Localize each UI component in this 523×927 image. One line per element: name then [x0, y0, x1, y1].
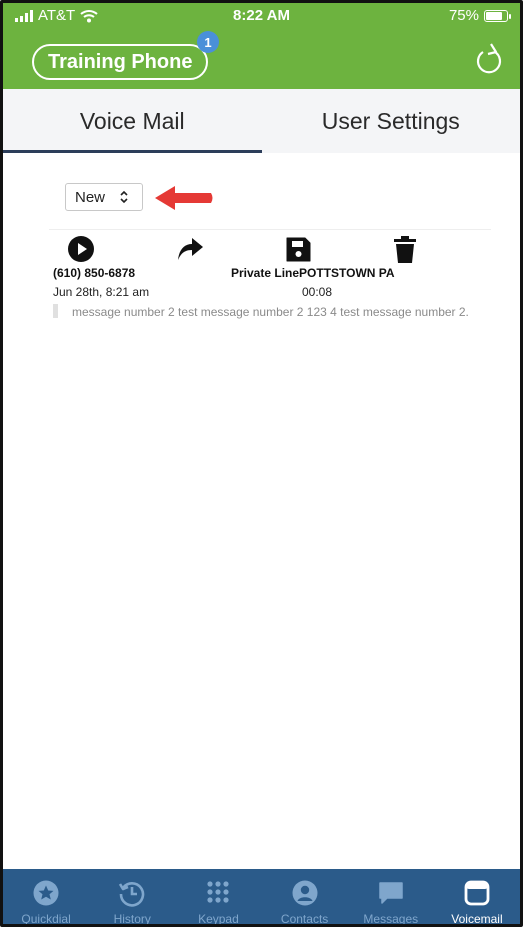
nav-label: Quickdial [21, 912, 71, 926]
message-icon [379, 882, 403, 904]
message-transcription: message number 2 test message number 2 1… [72, 305, 469, 319]
nav-contacts[interactable]: Contacts [262, 869, 348, 926]
message-date: Jun 28th, 8:21 am [53, 285, 150, 299]
clock: 8:22 AM [233, 7, 290, 24]
voicemail-icon [464, 880, 490, 906]
contact-icon [292, 880, 318, 906]
trash-icon[interactable] [391, 234, 419, 264]
nav-label: Contacts [280, 912, 329, 926]
filter-selected-value: New [75, 188, 106, 206]
forward-icon[interactable] [176, 234, 204, 264]
play-icon[interactable] [67, 234, 95, 264]
refresh-icon[interactable] [474, 41, 504, 77]
battery-icon [484, 9, 511, 22]
app-frame: AT&T 8:22 AM 75% Training Phone 1 Voice … [0, 0, 523, 927]
nav-history[interactable]: History [89, 869, 175, 926]
voicemail-actions [49, 234, 491, 266]
tab-bar: Voice Mail User Settings [3, 89, 520, 153]
status-right: 75% [448, 7, 511, 24]
nav-label: Messages [363, 912, 419, 926]
keypad-icon [207, 881, 230, 903]
nav-messages[interactable]: Messages [348, 869, 434, 926]
nav-label: Keypad [198, 912, 239, 926]
nav-voicemail[interactable]: Voicemail [434, 869, 520, 926]
bottom-nav: Quickdial History Keypad Contacts Messag… [3, 869, 520, 926]
nav-quickdial[interactable]: Quickdial [3, 869, 89, 926]
battery-percent: 75% [448, 7, 479, 24]
nav-keypad[interactable]: Keypad [175, 869, 261, 926]
tab-user-settings[interactable]: User Settings [262, 89, 521, 153]
select-arrows-icon [120, 190, 128, 204]
caller-id: Private LinePOTTSTOWN PA [231, 266, 395, 280]
save-icon[interactable] [284, 234, 312, 264]
tab-voice-mail[interactable]: Voice Mail [3, 89, 262, 153]
voicemail-list-item[interactable]: (610) 850-6878 Jun 28th, 8:21 am Private… [49, 229, 491, 319]
voicemail-filter-select[interactable]: New [65, 183, 143, 211]
app-header: AT&T 8:22 AM 75% Training Phone 1 [3, 3, 520, 89]
message-duration: 00:08 [302, 285, 333, 299]
caller-number: (610) 850-6878 [53, 266, 136, 280]
nav-label: History [113, 912, 151, 926]
history-icon [119, 882, 145, 907]
nav-label: Voicemail [451, 912, 503, 926]
phone-selector-button[interactable]: Training Phone [32, 44, 209, 80]
status-bar: AT&T 8:22 AM 75% [3, 7, 520, 27]
annotation-arrow-icon [155, 186, 213, 210]
star-icon [33, 880, 59, 906]
notification-badge: 1 [197, 31, 219, 53]
